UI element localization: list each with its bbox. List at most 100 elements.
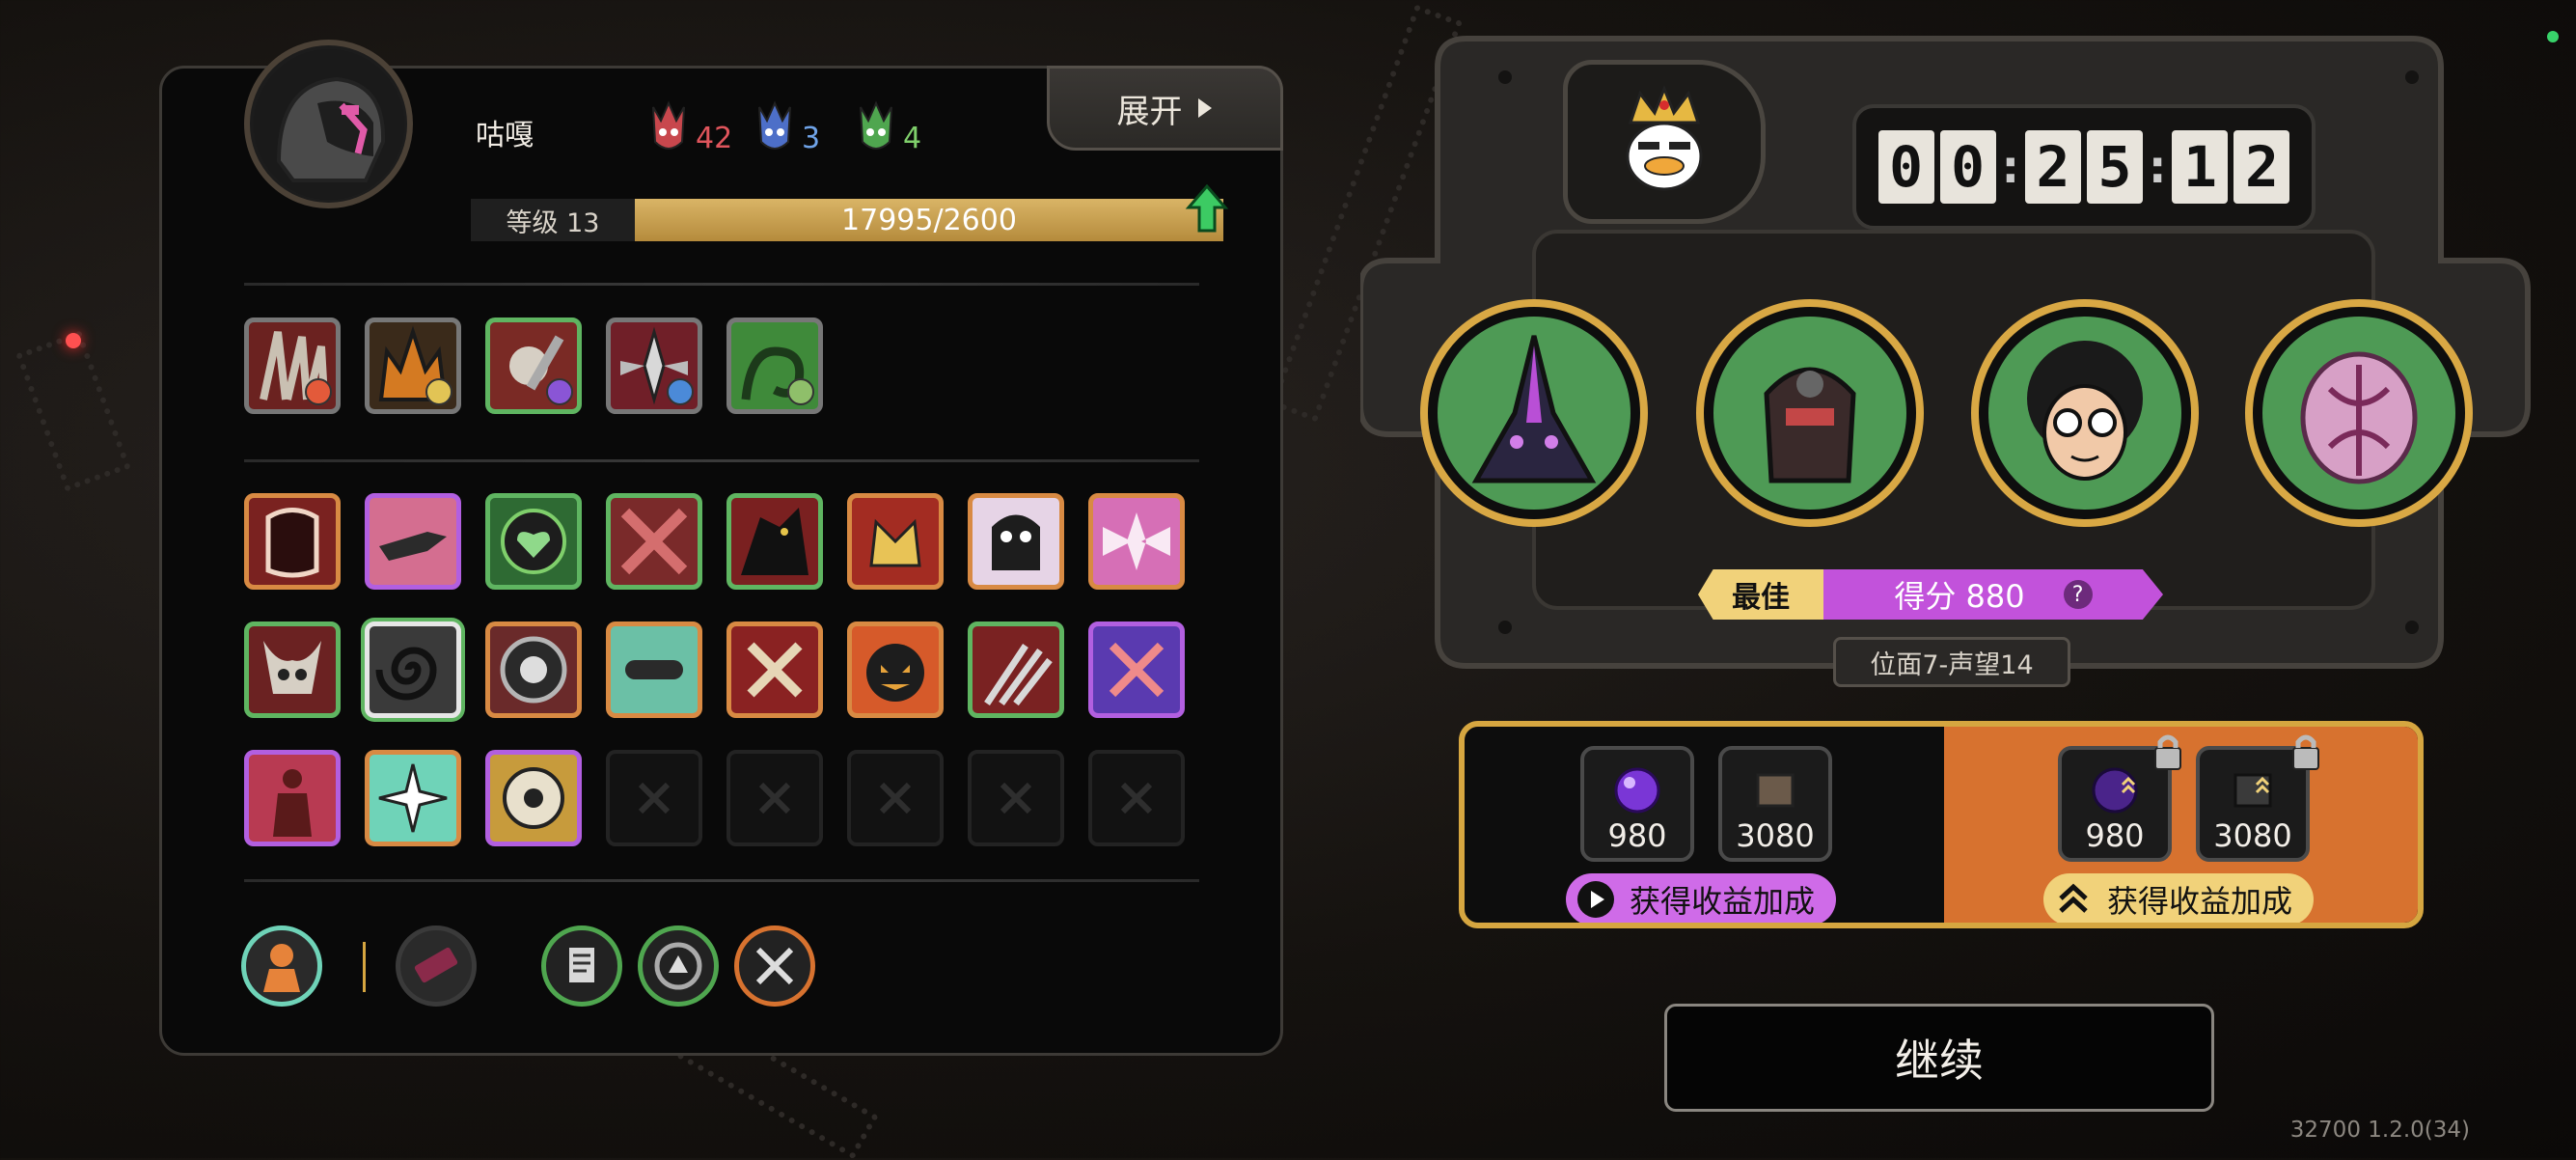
- purple-orb-icon: [2092, 767, 2138, 814]
- skill-slot[interactable]: [726, 493, 823, 590]
- moon-badge-icon: [425, 378, 452, 405]
- skill-slot[interactable]: [968, 493, 1064, 590]
- empty-x-icon: [1120, 782, 1153, 815]
- timer-digit: 2: [2025, 130, 2081, 204]
- team-portrait[interactable]: [2245, 299, 2473, 527]
- winged-sigil-icon: [1103, 512, 1170, 570]
- companion-icon[interactable]: [241, 925, 322, 1007]
- horned-skull-icon: [263, 641, 321, 694]
- hooded-spike-icon: [1471, 335, 1597, 483]
- play-video-icon: [1577, 881, 1614, 918]
- empty-slot: [968, 750, 1064, 846]
- score-banner: 最佳 得分 880 ?: [1698, 569, 2163, 620]
- empty-slot: [606, 750, 702, 846]
- crown-badge[interactable]: [1563, 60, 1766, 224]
- shadow-beast-icon: [741, 508, 808, 575]
- skill-slot[interactable]: [365, 493, 461, 590]
- purple-orb-icon: [1614, 767, 1660, 814]
- timer-colon: :: [2149, 141, 2167, 193]
- skill-slot[interactable]: [485, 621, 582, 718]
- spiral-icon: [375, 647, 437, 701]
- empty-x-icon: [638, 782, 671, 815]
- scroll-icon[interactable]: [541, 925, 622, 1007]
- equipment-slot[interactable]: [365, 318, 461, 414]
- timer-display: 0 0 : 2 5 : 1 2: [1852, 104, 2316, 230]
- resource-green: 4: [857, 97, 921, 155]
- timer-colon: :: [2001, 141, 2019, 193]
- expand-label: 展开: [1116, 92, 1183, 131]
- skill-slot[interactable]: [726, 621, 823, 718]
- skill-slot[interactable]: [244, 750, 341, 846]
- blue-mask-icon: [758, 100, 791, 150]
- team-portrait[interactable]: [1696, 299, 1924, 527]
- demon-figure-icon: [273, 769, 312, 837]
- expand-button[interactable]: 展开: [1047, 66, 1283, 151]
- empty-slot: [847, 750, 944, 846]
- divider: [244, 459, 1199, 462]
- ad-bonus-button[interactable]: 获得收益加成: [1566, 873, 1837, 923]
- empty-x-icon: [879, 782, 912, 815]
- skill-slot[interactable]: [244, 621, 341, 718]
- version-label: 32700 1.2.0(34): [2289, 1118, 2470, 1143]
- plane-reputation-label: 位面7-声望14: [1833, 637, 2070, 687]
- water-badge-icon: [667, 378, 694, 405]
- xp-bar: 17995/2600: [635, 199, 1223, 241]
- equipment-slot[interactable]: [726, 318, 823, 414]
- skill-slot[interactable]: [244, 493, 341, 590]
- level-label: 等级 13: [471, 199, 635, 241]
- level-up-icon[interactable]: [1185, 184, 1229, 235]
- timer-digit: 5: [2087, 130, 2143, 204]
- skill-slot[interactable]: [606, 621, 702, 718]
- empty-slot: [1088, 750, 1185, 846]
- coin-eye-icon: [503, 767, 564, 829]
- resource-blue-count: 3: [802, 122, 821, 155]
- reward-orb-value: 980: [1607, 817, 1667, 854]
- bonus-book-value: 3080: [2213, 817, 2292, 854]
- upgrade-bonus-label: 获得收益加成: [2107, 883, 2293, 920]
- equipment-slot[interactable]: [485, 318, 582, 414]
- help-icon[interactable]: ?: [2063, 580, 2093, 609]
- resource-blue: 3: [755, 97, 820, 155]
- pumpkin-face-icon: [866, 644, 924, 702]
- status-dot-icon: [2547, 31, 2559, 42]
- green-mask-icon: [860, 100, 892, 150]
- curly-hair-glasses-icon: [2027, 341, 2143, 481]
- triple-blade-icon: [984, 644, 1053, 706]
- avatar[interactable]: [244, 40, 413, 208]
- double-chevron-icon: [2059, 883, 2088, 913]
- crossed-blades-icon[interactable]: [734, 925, 815, 1007]
- player-name: 咕嘎: [476, 119, 534, 152]
- armored-knight-icon: [1764, 367, 1856, 483]
- void-badge-icon: [546, 378, 573, 405]
- skill-slot[interactable]: [606, 493, 702, 590]
- skill-slot[interactable]: [847, 621, 944, 718]
- equipment-slot[interactable]: [606, 318, 702, 414]
- skill-slot[interactable]: [968, 621, 1064, 718]
- skill-slot[interactable]: [365, 750, 461, 846]
- resource-green-count: 4: [903, 122, 922, 155]
- divider: [244, 879, 1199, 882]
- team-portrait[interactable]: [1420, 299, 1648, 527]
- skill-slot[interactable]: [847, 493, 944, 590]
- item-card-icon[interactable]: [396, 925, 477, 1007]
- pointing-hand-icon: [379, 532, 447, 561]
- skill-slot[interactable]: [365, 621, 461, 718]
- level-bar: 等级 13 17995/2600: [471, 199, 1223, 241]
- upgrade-bonus-button[interactable]: 获得收益加成: [2043, 873, 2315, 923]
- skill-slot[interactable]: [1088, 493, 1185, 590]
- ad-bonus-label: 获得收益加成: [1630, 883, 1816, 920]
- score-display: 得分 880 ?: [1823, 569, 2163, 620]
- skill-slot[interactable]: [485, 493, 582, 590]
- book-icon: [1756, 773, 1795, 808]
- equipment-slot[interactable]: [244, 318, 341, 414]
- best-label: 最佳: [1698, 569, 1823, 620]
- team-portrait[interactable]: [1971, 299, 2199, 527]
- bone-chain-icon: [625, 660, 683, 679]
- triangle-rune-icon[interactable]: [638, 925, 719, 1007]
- red-light-icon: [66, 333, 81, 348]
- chain-decoration: [15, 330, 131, 492]
- continue-button[interactable]: 继续: [1664, 1004, 2214, 1112]
- skill-slot[interactable]: [1088, 621, 1185, 718]
- resource-red-count: 42: [696, 122, 733, 155]
- skill-slot[interactable]: [485, 750, 582, 846]
